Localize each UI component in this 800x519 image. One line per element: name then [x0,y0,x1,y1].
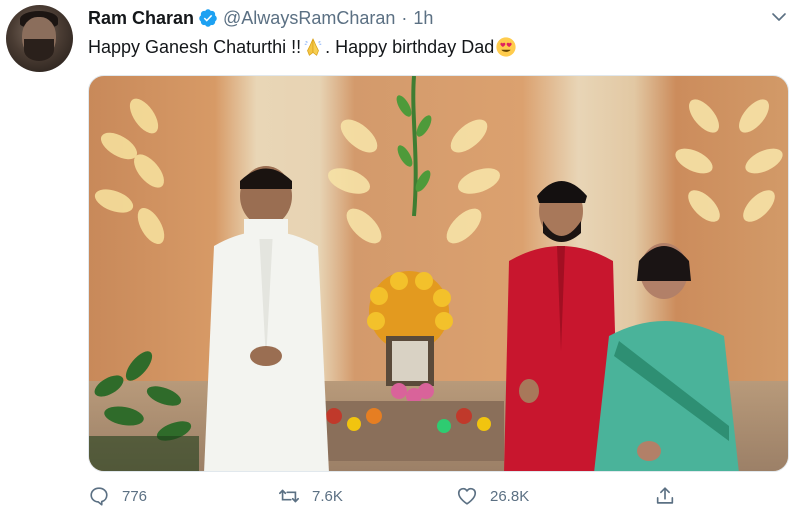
tweet-photo[interactable] [88,75,789,472]
folded-hands-emoji-icon [304,38,322,56]
timestamp[interactable]: 1h [413,8,433,29]
avatar[interactable] [6,5,73,72]
tweet-header: Ram Charan @AlwaysRamCharan · 1h [88,7,433,29]
tweet-actions: 776 7.6K 26.8K [88,485,688,515]
person-white-kurta [204,166,329,471]
heart-eyes-emoji-icon [496,37,516,57]
person-green-saree [594,243,739,471]
share-icon [656,487,674,504]
reply-action[interactable]: 776 [88,485,147,507]
share-button[interactable] [654,485,676,512]
like-count: 26.8K [490,487,530,505]
tweet-text-part2: . Happy birthday Dad [325,36,495,57]
user-handle[interactable]: @AlwaysRamCharan [223,8,395,29]
heart-icon [457,487,477,505]
retweet-action[interactable]: 7.6K [278,485,343,507]
reply-count: 776 [122,487,148,505]
chevron-down-icon[interactable] [770,8,788,26]
separator-dot: · [401,7,408,28]
retweet-count: 7.6K [312,487,343,505]
tweet-text-part1: Happy Ganesh Chaturthi !! [88,36,302,57]
verified-badge-icon [199,9,217,27]
retweet-icon [279,489,299,503]
display-name[interactable]: Ram Charan [88,8,194,29]
reply-icon [90,487,108,506]
tweet-text: Happy Ganesh Chaturthi !! . Happy birthd… [88,36,518,58]
like-action[interactable]: 26.8K [456,485,529,507]
avatar-beard [24,39,54,61]
